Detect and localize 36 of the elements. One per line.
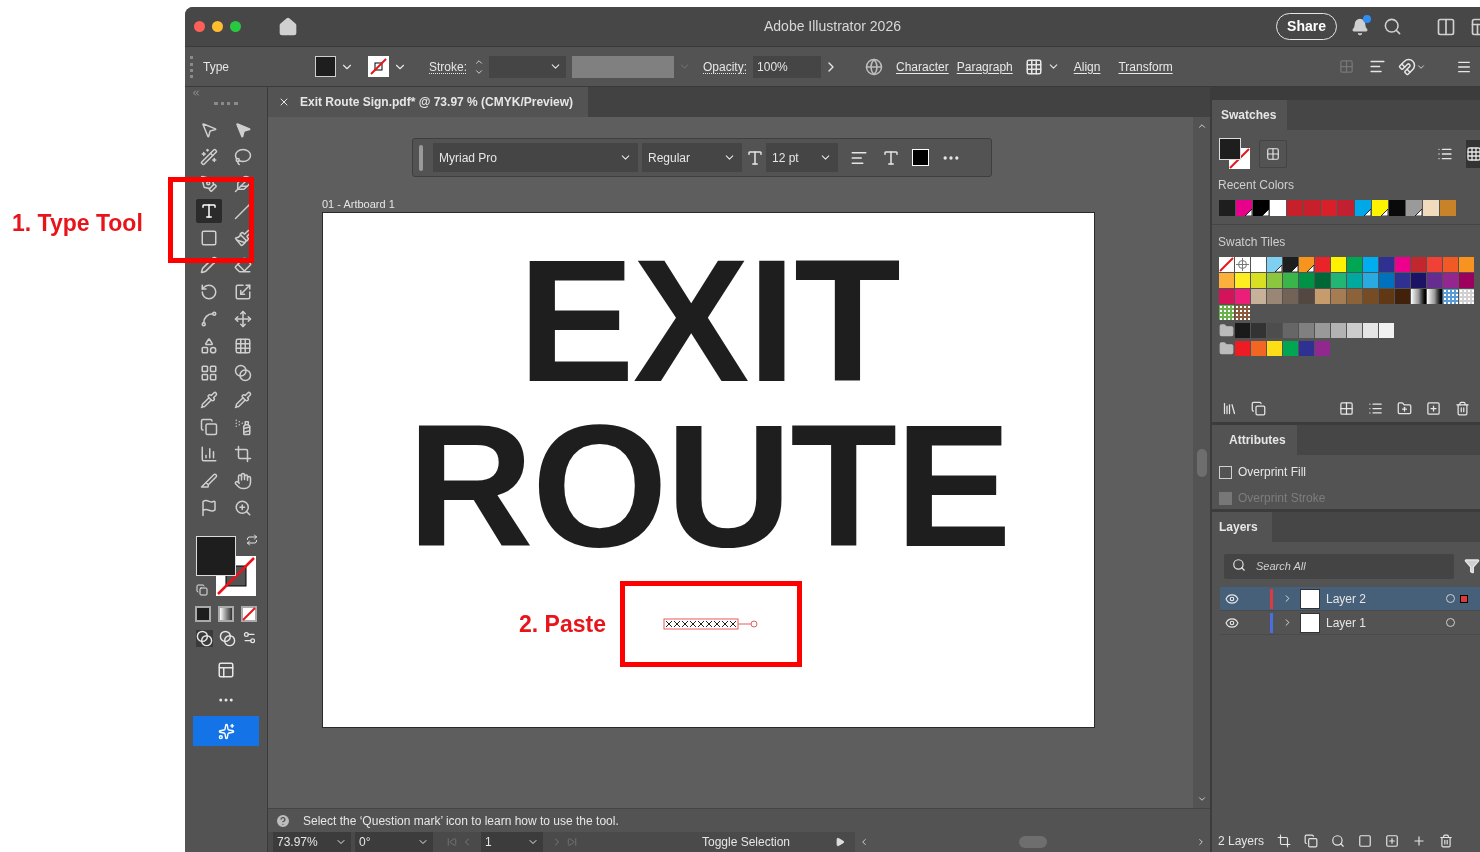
hint-text: Select the ‘Question mark’ icon to learn how to use the tool. [303, 812, 619, 830]
search-field[interactable]: Search All [1224, 553, 1454, 579]
artboard-field[interactable]: 1 [481, 832, 543, 852]
layer-name: Layer 2 [1326, 590, 1368, 608]
opacity-label[interactable]: Opacity: [703, 57, 748, 76]
stroke-label[interactable]: Stroke: [429, 57, 467, 76]
font-size-dropdown[interactable]: 12 pt [766, 143, 838, 172]
annotation-label: 1. Type Tool [12, 209, 143, 238]
layer-row[interactable]: Layer 1 [1220, 611, 1480, 635]
sign-text: ROUTE [407, 403, 1010, 568]
zoom-field[interactable]: 73.97% [273, 832, 351, 852]
layer-name: Layer 1 [1326, 614, 1368, 632]
rotation-field[interactable]: 0° [355, 832, 433, 852]
sign-text: EXIT [518, 238, 899, 403]
section-label: Swatch Tiles [1217, 234, 1287, 251]
panel-link[interactable]: Paragraph [956, 57, 1013, 76]
section-label: Recent Colors [1217, 177, 1296, 194]
document-title: Exit Route Sign.pdf* @ 73.97 % (CMYK/Preview) [300, 94, 574, 111]
panel-link[interactable]: Transform [1118, 57, 1173, 76]
status-mode[interactable]: Toggle Selection [661, 833, 831, 851]
document-tab[interactable]: Exit Route Sign.pdf* @ 73.97 % (CMYK/Preview) [268, 87, 588, 117]
layer-count: 2 Layers [1218, 833, 1265, 850]
panel-tab[interactable]: Layers [1212, 512, 1272, 542]
tool-name: Type [203, 58, 230, 76]
font-style-dropdown[interactable]: Regular [642, 143, 742, 172]
opacity-field[interactable]: 100% [753, 55, 822, 78]
panel-tab[interactable]: Swatches [1212, 100, 1287, 130]
artboard-label: 01 - Artboard 1 [322, 197, 396, 212]
panel-link[interactable]: Character [896, 57, 949, 76]
checkbox-label: Overprint Fill [1238, 464, 1306, 481]
panel-tab[interactable]: Attributes [1212, 425, 1297, 455]
font-family-dropdown[interactable]: Myriad Pro [433, 143, 638, 172]
layer-row[interactable]: Layer 2 [1220, 587, 1480, 611]
window-title: Adobe Illustrator 2026 [764, 17, 901, 36]
panel-link[interactable]: Align [1073, 57, 1101, 76]
annotation-label: 2. Paste [519, 609, 606, 639]
